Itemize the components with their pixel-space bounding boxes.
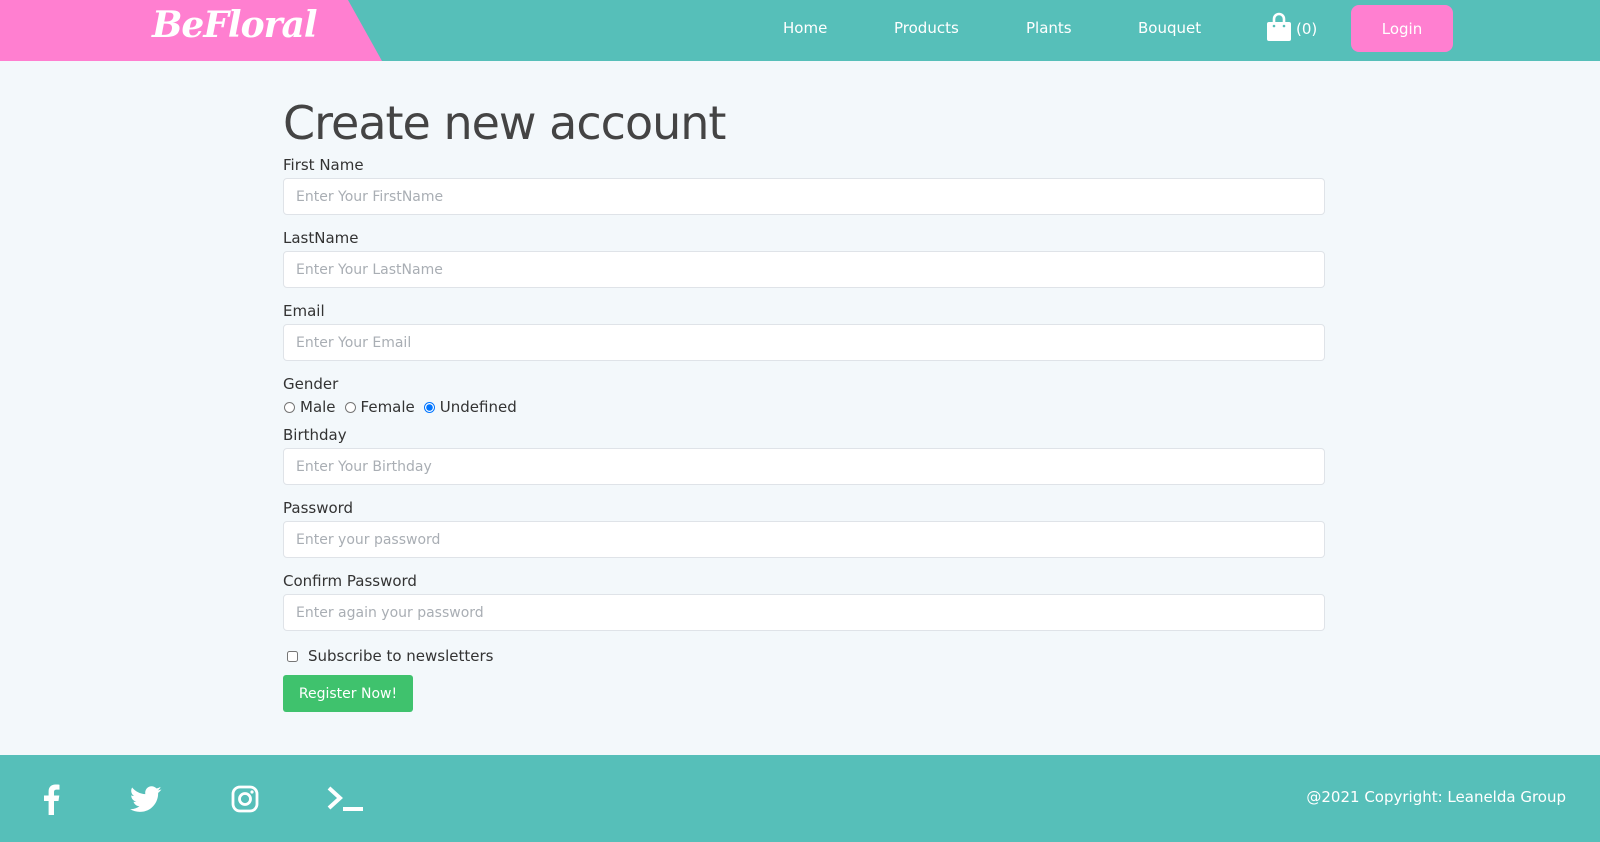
nav-products[interactable]: Products: [894, 19, 959, 37]
email-input[interactable]: [283, 324, 1325, 361]
shopping-bag-icon: [1266, 12, 1292, 46]
brand-logo[interactable]: BeFloral: [152, 4, 318, 46]
password-input[interactable]: [283, 521, 1325, 558]
birthday-input[interactable]: [283, 448, 1325, 485]
login-button[interactable]: Login: [1351, 5, 1453, 52]
newsletter-checkbox-row[interactable]: Subscribe to newsletters: [287, 647, 493, 665]
first-name-label: First Name: [283, 156, 364, 174]
nav-bouquet[interactable]: Bouquet: [1138, 19, 1201, 37]
cart-button[interactable]: (0): [1266, 9, 1317, 49]
facebook-icon[interactable]: [31, 779, 71, 819]
copyright-text: @2021 Copyright: Leanelda Group: [1306, 788, 1566, 806]
gender-option-male[interactable]: Male: [283, 398, 336, 416]
nav-home[interactable]: Home: [783, 19, 827, 37]
gender-option-label: Female: [360, 398, 415, 416]
register-form: Create new account First Name LastName E…: [283, 95, 1325, 712]
gender-option-undefined[interactable]: Undefined: [423, 398, 517, 416]
gender-radio-group: Male Female Undefined: [283, 398, 525, 416]
gender-option-label: Male: [300, 398, 336, 416]
last-name-label: LastName: [283, 229, 359, 247]
newsletter-label: Subscribe to newsletters: [308, 647, 494, 665]
gender-radio-undefined[interactable]: [423, 401, 435, 413]
email-label: Email: [283, 302, 325, 320]
twitter-icon[interactable]: [126, 779, 166, 819]
password-label: Password: [283, 499, 354, 517]
page-title: Create new account: [283, 96, 726, 150]
instagram-icon[interactable]: [225, 779, 265, 819]
footer: @2021 Copyright: Leanelda Group: [0, 755, 1600, 842]
first-name-input[interactable]: [283, 178, 1325, 215]
confirm-password-label: Confirm Password: [283, 572, 417, 590]
gender-option-label: Undefined: [439, 398, 517, 416]
confirm-password-input[interactable]: [283, 594, 1325, 631]
gender-option-female[interactable]: Female: [344, 398, 415, 416]
terminal-icon[interactable]: [326, 779, 366, 819]
nav-plants[interactable]: Plants: [1026, 19, 1072, 37]
top-navbar: BeFloral Home Products Plants Bouquet (0…: [0, 0, 1600, 61]
gender-label: Gender: [283, 375, 339, 393]
birthday-label: Birthday: [283, 426, 347, 444]
gender-radio-male[interactable]: [284, 401, 295, 413]
register-button[interactable]: Register Now!: [283, 675, 413, 712]
last-name-input[interactable]: [283, 251, 1325, 288]
gender-radio-female[interactable]: [344, 401, 356, 413]
cart-count: (0): [1296, 20, 1318, 38]
newsletter-checkbox[interactable]: [287, 650, 298, 662]
